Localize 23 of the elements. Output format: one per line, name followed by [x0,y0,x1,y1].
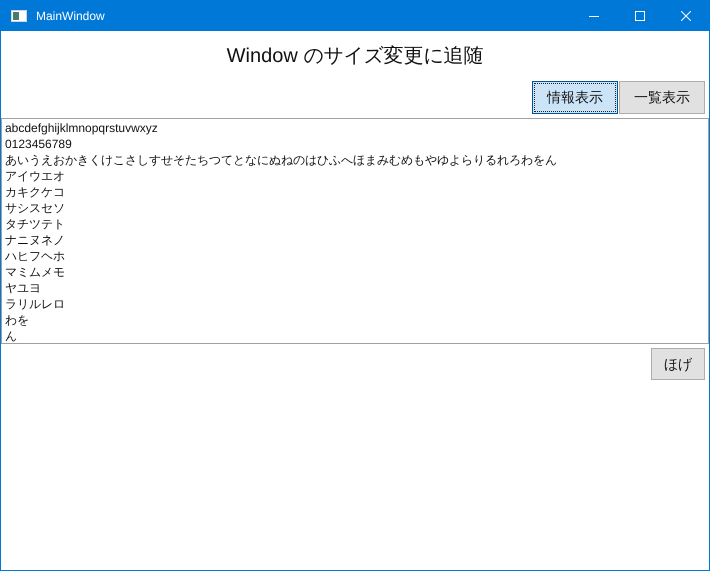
window-title: MainWindow [36,8,105,24]
close-icon[interactable] [681,10,691,20]
text-line: アイウエオ [5,168,66,184]
text-line: 0123456789 [5,136,73,152]
text-line: サシスセソ [5,200,66,216]
maximize-icon[interactable] [635,10,645,20]
text-line: ヤユヨ [5,280,42,296]
heading: Window のサイズ変更に追随 [226,44,484,69]
text-box[interactable]: abcdefghijklmnopqrstuvwxyz 0123456789 あいうえおかきくけこさしすせそたちつてとなにぬねのはひふへほまみむめもやゆよらりるれろわをん アイウエオ カキクケコ サシスセソ タチツテト ナニヌネノ ハヒフヘホ マミムメモ ヤユヨ ラリルレロ わを ん [1,118,709,344]
view-button[interactable]: 一覧表示 [619,81,705,114]
hoge-button[interactable]: ほげ [651,348,705,380]
view-button[interactable]: 情報表示 [532,81,618,114]
text-line: あいうえおかきくけこさしすせそたちつてとなにぬねのはひふへほまみむめもやゆよらりるれろわをん [5,152,558,168]
app-icon [11,10,27,22]
text-line: ラリルレロ [5,296,66,312]
text-line: ハヒフヘホ [5,248,66,264]
text-line: カキクケコ [5,184,66,200]
text-line: わを [5,312,30,328]
text-line: ナニヌネノ [5,232,66,248]
text-line: タチツテト [5,216,66,232]
text-line: マミムメモ [5,264,66,280]
text-line: abcdefghijklmnopqrstuvwxyz [5,120,159,136]
text-line: ん [5,328,18,343]
